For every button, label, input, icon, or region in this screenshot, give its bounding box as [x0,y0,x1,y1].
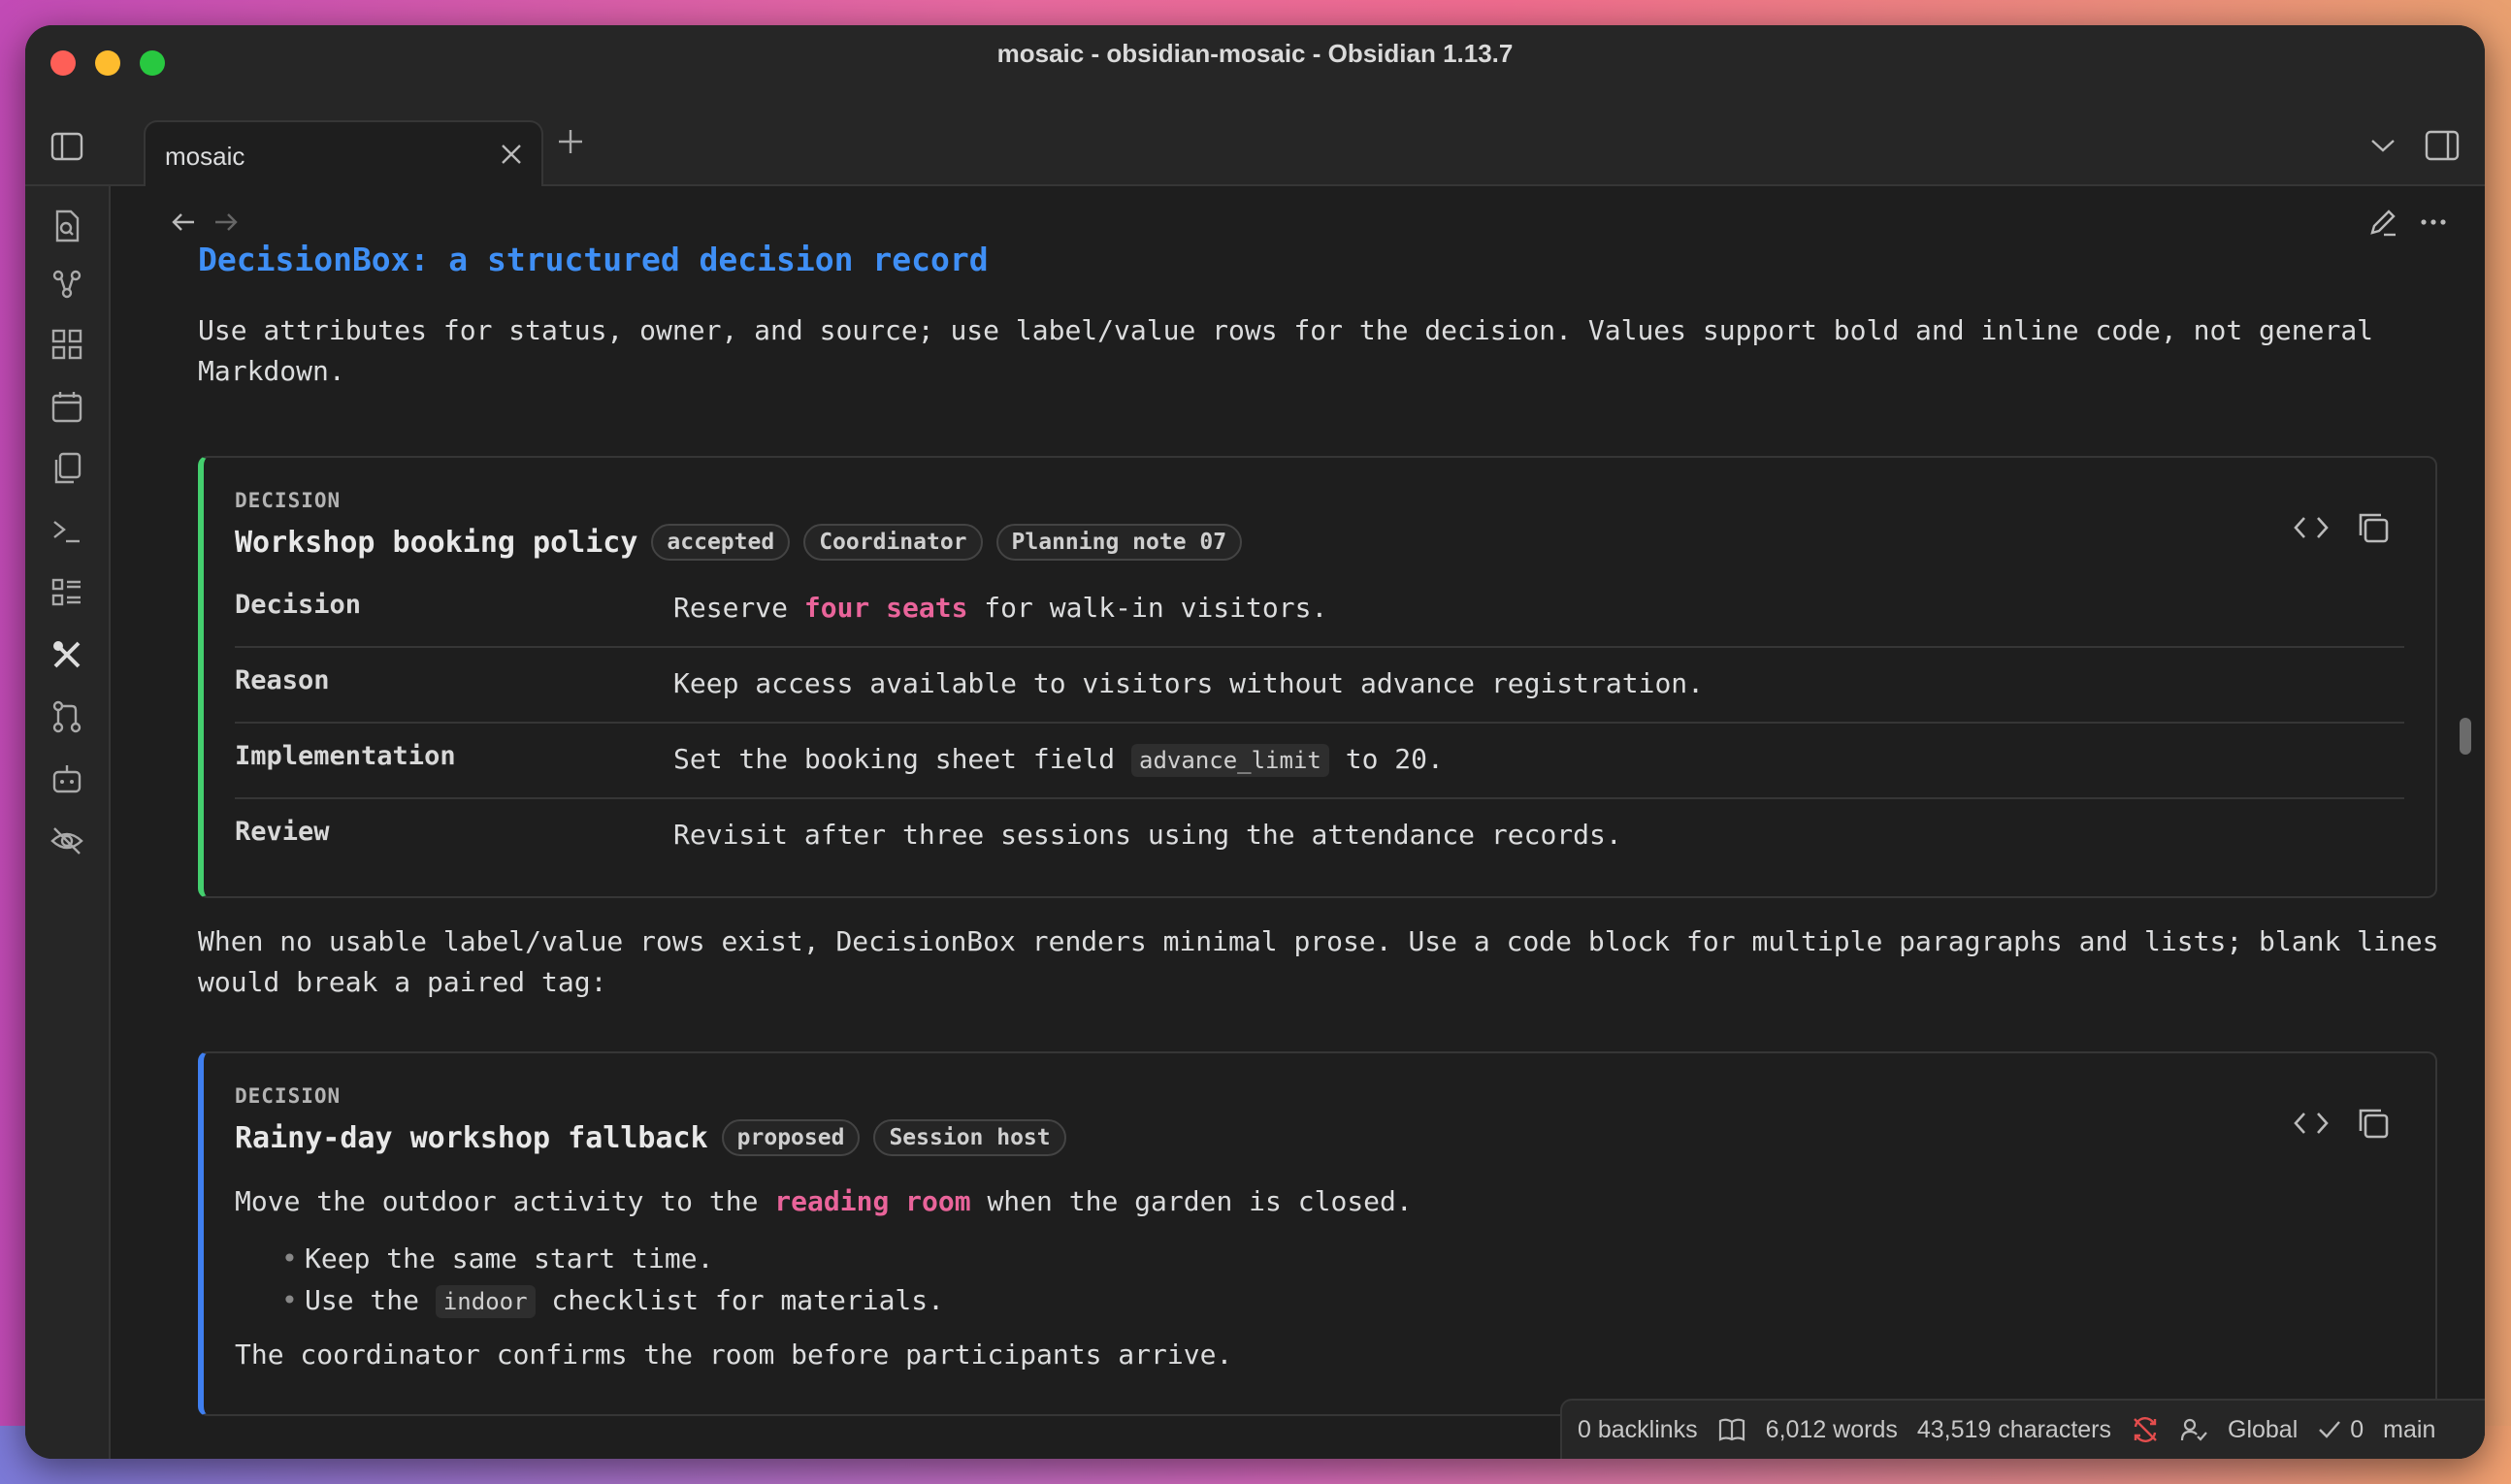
obsidian-window: mosaic - obsidian-mosaic - Obsidian 1.13… [25,25,2485,1459]
row-label: Decision [235,590,362,620]
code-view-icon[interactable] [2292,1106,2331,1141]
code-view-icon[interactable] [2292,510,2331,545]
title-bar: mosaic - obsidian-mosaic - Obsidian 1.13… [25,25,2485,87]
row-label: Implementation [235,741,456,771]
decision-box-rainy-day: DECISION Rainy-day workshop fallback pro… [198,1051,2437,1416]
graph-icon[interactable] [49,266,85,303]
grid-icon[interactable] [49,326,85,363]
right-sidebar-toggle-icon[interactable] [2425,130,2460,161]
decision-box-workshop-booking: DECISION Workshop booking policy accepte… [198,456,2437,898]
row-value: Revisit after three sessions using the a… [673,819,1622,851]
word-count: 6,012 words [1765,1415,1898,1443]
copy-icon[interactable] [49,450,85,487]
sync-off-icon[interactable] [2131,1415,2160,1444]
box-title-text: Workshop booking policy [235,525,638,560]
box-title-text: Rainy-day workshop fallback [235,1120,708,1155]
reading-view-icon[interactable] [1717,1416,1746,1443]
scrollbar-thumb[interactable] [2460,718,2471,755]
closing-line: The coordinator confirms the room before… [235,1339,1233,1371]
user-check-icon[interactable] [2179,1415,2208,1444]
back-arrow-icon[interactable] [169,208,198,237]
bot-icon[interactable] [49,760,85,797]
review-row: Review Revisit after three sessions usin… [235,799,2404,873]
new-tab-plus-icon[interactable] [555,126,586,157]
intro-paragraph: Use attributes for status, owner, and so… [198,314,2374,387]
window-title: mosaic - obsidian-mosaic - Obsidian 1.13… [996,39,1514,68]
copy-block-icon[interactable] [2354,508,2393,547]
box-title: Workshop booking policy accepted Coordin… [235,524,1243,561]
backlinks-count[interactable]: 0 backlinks [1578,1416,1698,1444]
list-item: Use the indoor checklist for materials. [281,1279,944,1321]
highlighted-text: reading room [774,1185,971,1217]
editor-pane: DecisionBox: a structured decision recor… [111,186,2485,1459]
tab-bar: mosaic [25,87,2485,188]
check-icon [2319,1421,2341,1438]
bullet-list: Keep the same start time. Use the indoor… [281,1238,944,1321]
implementation-row: Implementation Set the booking sheet fie… [235,724,2404,799]
row-label: Reason [235,665,330,695]
row-value: Reserve four seats for walk-in visitors. [673,592,1328,624]
more-options-icon[interactable] [2417,206,2450,239]
chevron-down-icon[interactable] [2368,134,2397,157]
edit-pencil-icon[interactable] [2366,206,2399,239]
calendar-icon[interactable] [49,388,85,425]
copy-block-icon[interactable] [2354,1104,2393,1143]
middle-paragraph: When no usable label/value rows exist, D… [198,925,2439,998]
reason-row: Reason Keep access available to visitors… [235,648,2404,724]
status-bar: 0 backlinks 6,012 words 43,519 character… [1560,1399,2485,1459]
highlighted-text: four seats [803,592,968,624]
tools-icon[interactable] [49,636,85,673]
left-sidebar-toggle-icon[interactable] [50,132,83,161]
character-count: 43,519 characters [1916,1415,2111,1443]
checks-status[interactable]: 0 [2317,1416,2364,1444]
eye-off-icon[interactable] [49,823,85,859]
owner-chip: Coordinator [803,524,983,561]
checks-count: 0 [2350,1415,2364,1443]
status-chip: accepted [651,524,791,561]
search-file-icon[interactable] [49,208,85,244]
left-ribbon [25,186,111,1459]
row-value: Keep access available to visitors withou… [673,667,1705,699]
row-label: Review [235,817,330,847]
inline-code: advance_limit [1131,744,1329,777]
tab-label: mosaic [165,142,245,171]
box-eyebrow: DECISION [235,1084,342,1108]
inline-code: indoor [435,1285,536,1318]
section-heading: DecisionBox: a structured decision recor… [198,241,989,278]
decision-row: Decision Reserve four seats for walk-in … [235,572,2404,648]
list-icon[interactable] [49,574,85,611]
owner-chip: Session host [873,1119,1066,1156]
git-branch-icon[interactable] [49,698,85,735]
prose-line: Move the outdoor activity to the reading… [235,1185,1413,1217]
box-title: Rainy-day workshop fallback proposed Ses… [235,1119,1066,1156]
git-branch-label[interactable]: main [2383,1416,2435,1444]
source-chip: Planning note 07 [995,524,1243,561]
row-value: Set the booking sheet field advance_limi… [673,743,1444,777]
close-icon[interactable] [499,142,524,167]
list-item: Keep the same start time. [281,1238,944,1279]
terminal-icon[interactable] [49,512,85,549]
scope-label[interactable]: Global [2228,1416,2298,1444]
tab-mosaic[interactable]: mosaic [144,120,543,188]
box-eyebrow: DECISION [235,489,342,512]
forward-arrow-icon[interactable] [212,208,241,237]
status-chip: proposed [721,1119,861,1156]
